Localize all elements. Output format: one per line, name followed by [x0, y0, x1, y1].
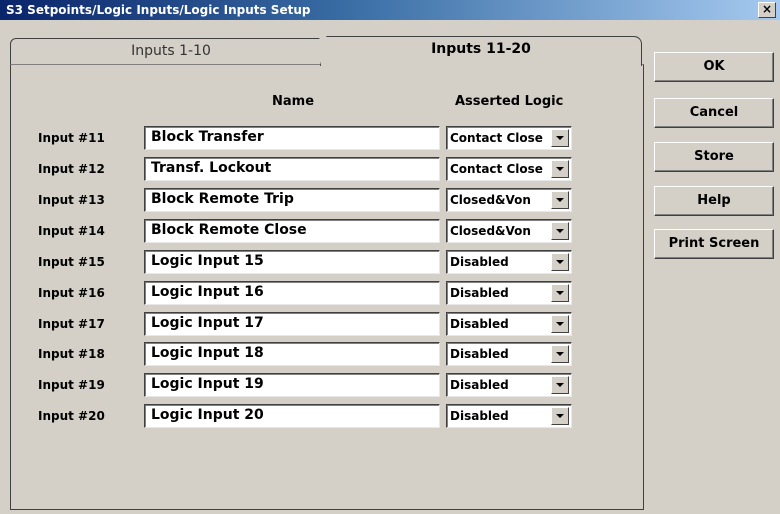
print-screen-button[interactable]: Print Screen: [654, 229, 774, 259]
input-17-logic-value: Disabled: [450, 317, 509, 331]
input-20-label: Input #20: [38, 409, 105, 423]
input-16-logic-select[interactable]: Disabled: [446, 281, 572, 305]
chevron-down-icon[interactable]: [551, 407, 569, 425]
input-17-logic-select[interactable]: Disabled: [446, 312, 572, 336]
chevron-down-icon[interactable]: [551, 284, 569, 302]
input-11-name-field[interactable]: Block Transfer: [144, 126, 440, 150]
input-17-name-field[interactable]: Logic Input 17: [144, 312, 440, 336]
input-19-label: Input #19: [38, 378, 105, 392]
input-19-logic-select[interactable]: Disabled: [446, 373, 572, 397]
input-14-name-field[interactable]: Block Remote Close: [144, 219, 440, 243]
window-title: S3 Setpoints/Logic Inputs/Logic Inputs S…: [6, 3, 311, 17]
input-14-logic-value: Closed&Von: [450, 224, 531, 238]
chevron-down-icon[interactable]: [551, 345, 569, 363]
title-bar[interactable]: S3 Setpoints/Logic Inputs/Logic Inputs S…: [0, 0, 780, 20]
input-13-logic-select[interactable]: Closed&Von: [446, 188, 572, 212]
input-18-label: Input #18: [38, 347, 105, 361]
input-12-logic-select[interactable]: Contact Close: [446, 157, 572, 181]
input-12-name-field[interactable]: Transf. Lockout: [144, 157, 440, 181]
input-12-label: Input #12: [38, 162, 105, 176]
input-18-logic-value: Disabled: [450, 347, 509, 361]
input-14-logic-select[interactable]: Closed&Von: [446, 219, 572, 243]
input-16-name-field[interactable]: Logic Input 16: [144, 281, 440, 305]
chevron-down-icon[interactable]: [551, 191, 569, 209]
chevron-down-icon[interactable]: [551, 315, 569, 333]
help-button[interactable]: Help: [654, 186, 774, 216]
chevron-down-icon[interactable]: [551, 222, 569, 240]
input-15-logic-select[interactable]: Disabled: [446, 250, 572, 274]
input-18-logic-select[interactable]: Disabled: [446, 342, 572, 366]
tab-inputs-1-10[interactable]: Inputs 1-10: [10, 38, 332, 64]
input-15-label: Input #15: [38, 255, 105, 269]
store-button[interactable]: Store: [654, 142, 774, 172]
input-20-name-field[interactable]: Logic Input 20: [144, 404, 440, 428]
input-15-name-field[interactable]: Logic Input 15: [144, 250, 440, 274]
input-14-label: Input #14: [38, 224, 105, 238]
chevron-down-icon[interactable]: [551, 129, 569, 147]
chevron-down-icon[interactable]: [551, 376, 569, 394]
input-11-logic-value: Contact Close: [450, 131, 543, 145]
input-11-label: Input #11: [38, 131, 105, 145]
input-20-logic-value: Disabled: [450, 409, 509, 423]
input-11-logic-select[interactable]: Contact Close: [446, 126, 572, 150]
input-15-logic-value: Disabled: [450, 255, 509, 269]
input-13-name-field[interactable]: Block Remote Trip: [144, 188, 440, 212]
input-13-logic-value: Closed&Von: [450, 193, 531, 207]
input-13-label: Input #13: [38, 193, 105, 207]
input-20-logic-select[interactable]: Disabled: [446, 404, 572, 428]
close-icon[interactable]: ×: [758, 2, 776, 18]
input-19-name-field[interactable]: Logic Input 19: [144, 373, 440, 397]
input-19-logic-value: Disabled: [450, 378, 509, 392]
input-16-label: Input #16: [38, 286, 105, 300]
logic-inputs-setup-window: S3 Setpoints/Logic Inputs/Logic Inputs S…: [0, 0, 780, 514]
chevron-down-icon[interactable]: [551, 160, 569, 178]
input-12-logic-value: Contact Close: [450, 162, 543, 176]
ok-button[interactable]: OK: [654, 52, 774, 82]
cancel-button[interactable]: Cancel: [654, 98, 774, 128]
chevron-down-icon[interactable]: [551, 253, 569, 271]
input-17-label: Input #17: [38, 317, 105, 331]
input-16-logic-value: Disabled: [450, 286, 509, 300]
input-18-name-field[interactable]: Logic Input 18: [144, 342, 440, 366]
name-column-header: Name: [272, 94, 315, 109]
asserted-logic-column-header: Asserted Logic: [455, 94, 564, 109]
tab-inputs-11-20[interactable]: Inputs 11-20: [320, 36, 642, 66]
